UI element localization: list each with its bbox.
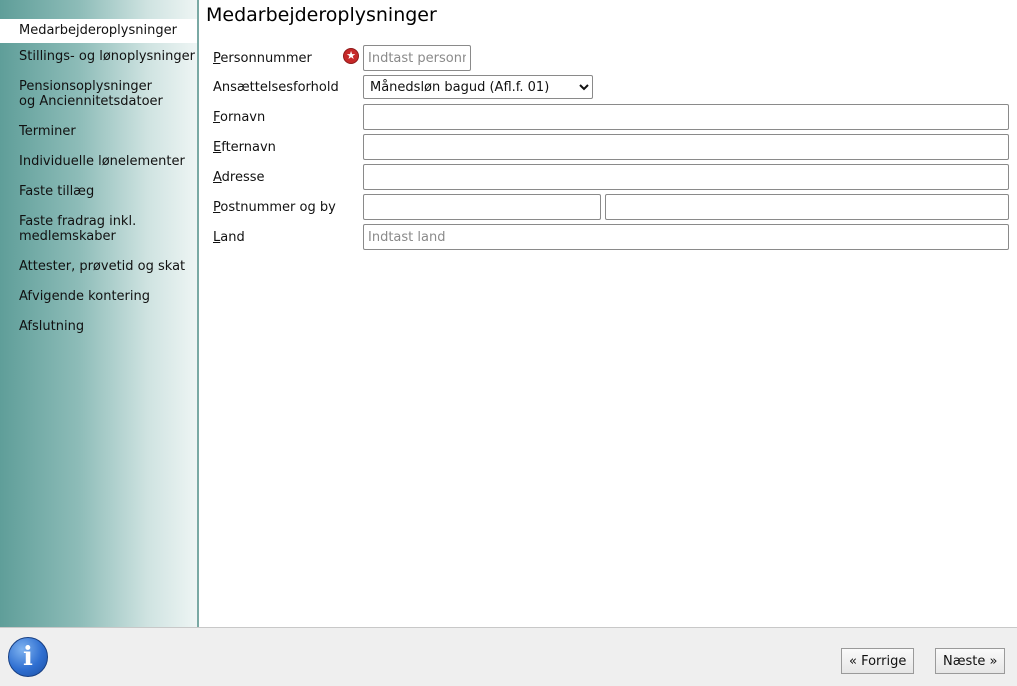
sidebar: Medarbejderoplysninger Stillings- og løn…: [0, 0, 199, 627]
required-star-icon: ★: [343, 48, 359, 64]
sidebar-item-faste-tillaeg[interactable]: Faste tillæg: [0, 184, 197, 199]
postnummer-input[interactable]: [363, 194, 601, 220]
sidebar-item-faste-fradrag[interactable]: Faste fradrag inkl. medlemskaber: [0, 214, 144, 244]
fornavn-input[interactable]: [363, 104, 1009, 130]
sidebar-item-pensionsoplysninger[interactable]: Pensionsoplysninger og Anciennitetsdatoe…: [0, 79, 169, 109]
land-input[interactable]: [363, 224, 1009, 250]
info-icon[interactable]: i: [8, 637, 48, 677]
ansaettelsesforhold-label: Ansættelsesforhold: [213, 80, 339, 95]
adresse-input[interactable]: [363, 164, 1009, 190]
previous-button[interactable]: « Forrige: [841, 648, 915, 674]
efternavn-input[interactable]: [363, 134, 1009, 160]
land-label: Land: [213, 230, 245, 245]
postnummer-og-by-label: Postnummer og by: [213, 200, 336, 215]
fornavn-label: Fornavn: [213, 110, 266, 125]
sidebar-item-attester-provetid-skat[interactable]: Attester, prøvetid og skat: [0, 259, 197, 274]
page-title: Medarbejderoplysninger: [206, 4, 437, 26]
sidebar-nav: Medarbejderoplysninger Stillings- og løn…: [0, 19, 197, 334]
next-button[interactable]: Næste »: [935, 648, 1006, 674]
footer: i « Forrige Næste »: [0, 627, 1017, 686]
adresse-label: Adresse: [213, 170, 265, 185]
sidebar-item-afslutning[interactable]: Afslutning: [0, 319, 197, 334]
sidebar-item-terminer[interactable]: Terminer: [0, 124, 197, 139]
by-input[interactable]: [605, 194, 1009, 220]
personnummer-input[interactable]: [363, 45, 471, 71]
main-content: Medarbejderoplysninger Personnummer ★ An…: [199, 0, 1017, 627]
sidebar-item-individuelle-lonelementer[interactable]: Individuelle lønelementer: [0, 154, 197, 169]
sidebar-item-afvigende-kontering[interactable]: Afvigende kontering: [0, 289, 197, 304]
personnummer-label: Personnummer: [213, 51, 312, 66]
ansaettelsesforhold-select[interactable]: Månedsløn bagud (Afl.f. 01): [363, 75, 593, 99]
sidebar-item-stillings-og-lonoplysninger[interactable]: Stillings- og lønoplysninger: [0, 49, 197, 64]
efternavn-label: Efternavn: [213, 140, 276, 155]
sidebar-item-medarbejderoplysninger[interactable]: Medarbejderoplysninger: [0, 19, 197, 43]
